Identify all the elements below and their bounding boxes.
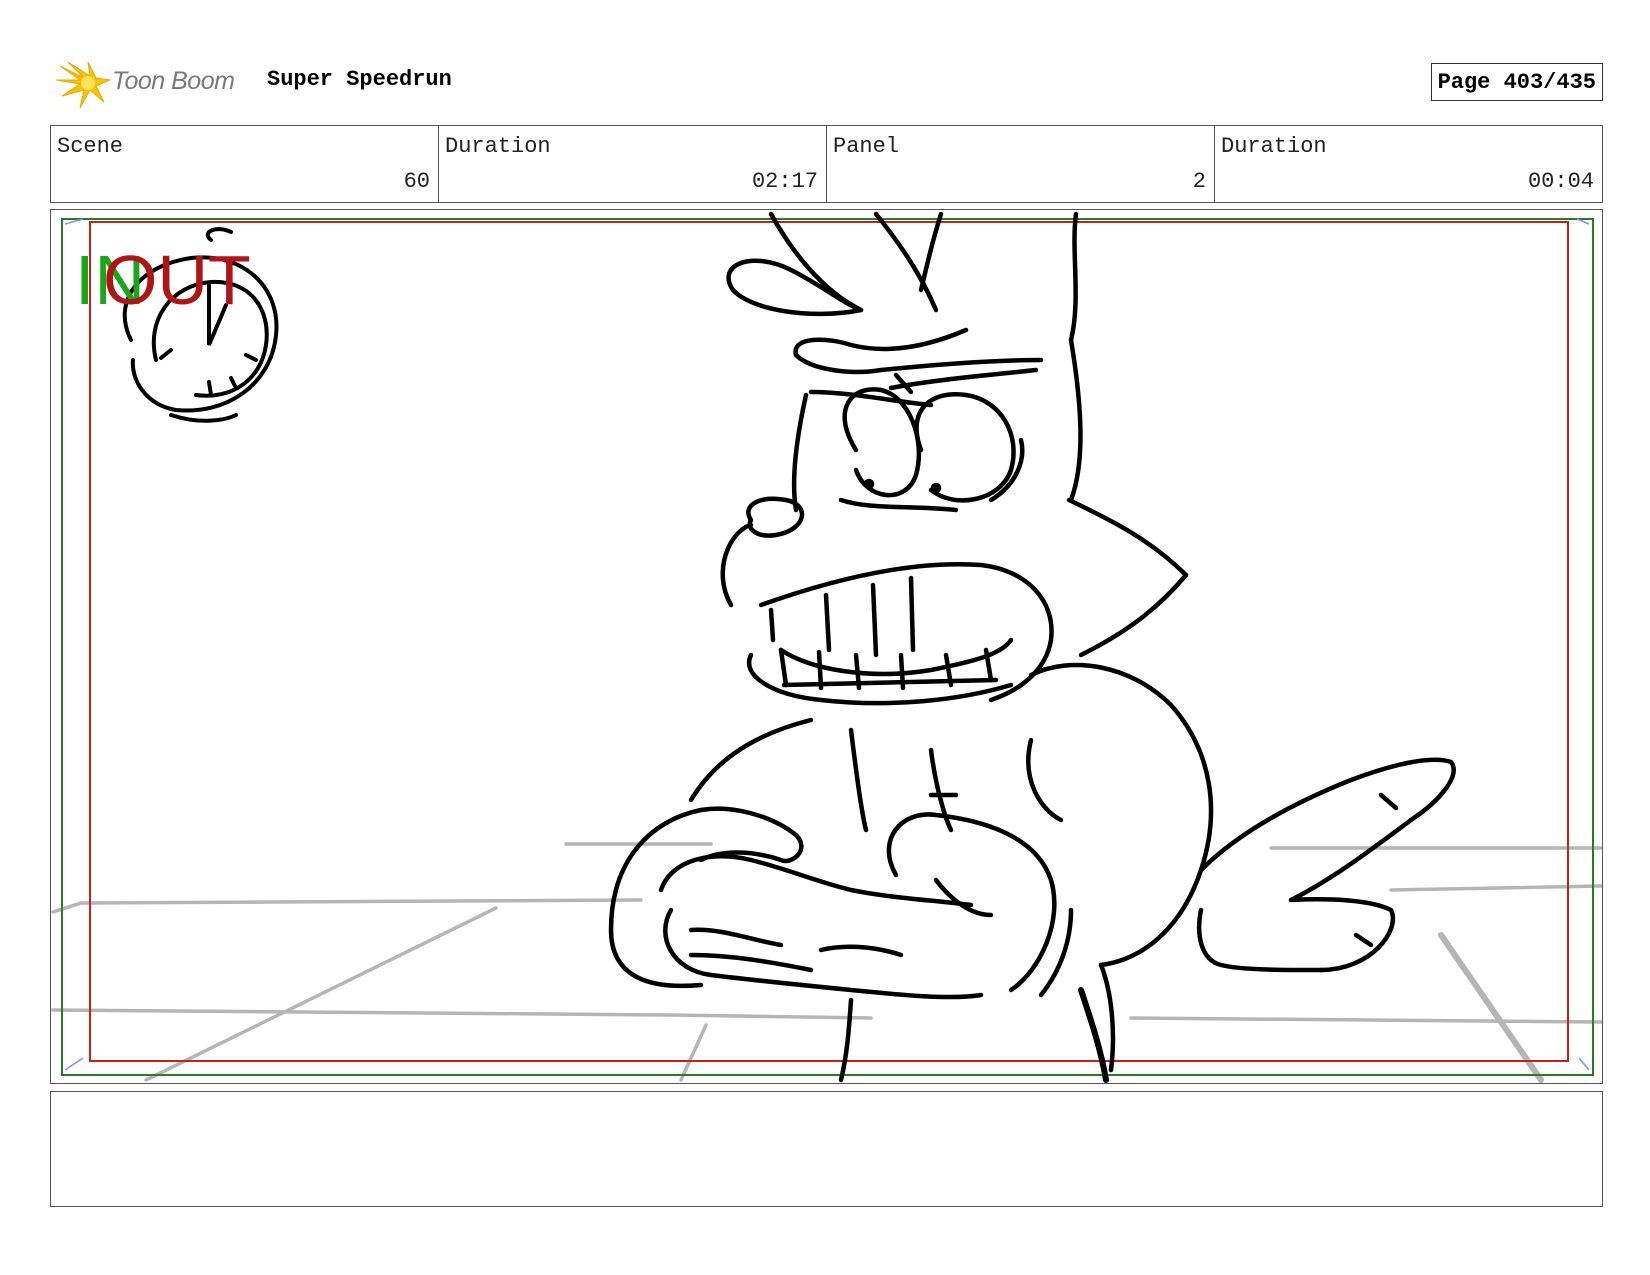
panel-label: Panel (833, 134, 900, 159)
scene-value: 60 (403, 169, 430, 194)
storyboard-panel-image: IN OUT (50, 209, 1603, 1084)
panel-cell: Panel 2 (827, 126, 1215, 202)
panel-notes-box (50, 1091, 1603, 1207)
project-title: Super Speedrun (267, 67, 452, 92)
out-marker: OUT (103, 241, 251, 319)
toon-boom-logo: Toon Boom (54, 58, 254, 110)
scene-duration-label: Duration (445, 134, 551, 159)
logo-text: Toon Boom (112, 67, 235, 95)
page-number: Page 403/435 (1430, 63, 1603, 101)
scene-cell: Scene 60 (51, 126, 439, 202)
storyboard-header: Toon Boom Super Speedrun Page 403/435 (50, 55, 1603, 115)
scene-label: Scene (57, 134, 124, 159)
character-sketch (608, 211, 1456, 1083)
scene-duration-value: 02:17 (751, 169, 818, 194)
panel-drawing: IN OUT (51, 211, 1602, 1083)
scene-duration-cell: Duration 02:17 (439, 126, 827, 202)
panel-duration-label: Duration (1221, 134, 1327, 159)
panel-duration-value: 00:04 (1527, 169, 1594, 194)
panel-value: 2 (1192, 169, 1206, 194)
scene-info-table: Scene 60 Duration 02:17 Panel 2 Duration… (50, 125, 1603, 203)
panel-duration-cell: Duration 00:04 (1215, 126, 1602, 202)
floor-grid-lines (51, 842, 1602, 1083)
starburst-icon (55, 61, 112, 109)
